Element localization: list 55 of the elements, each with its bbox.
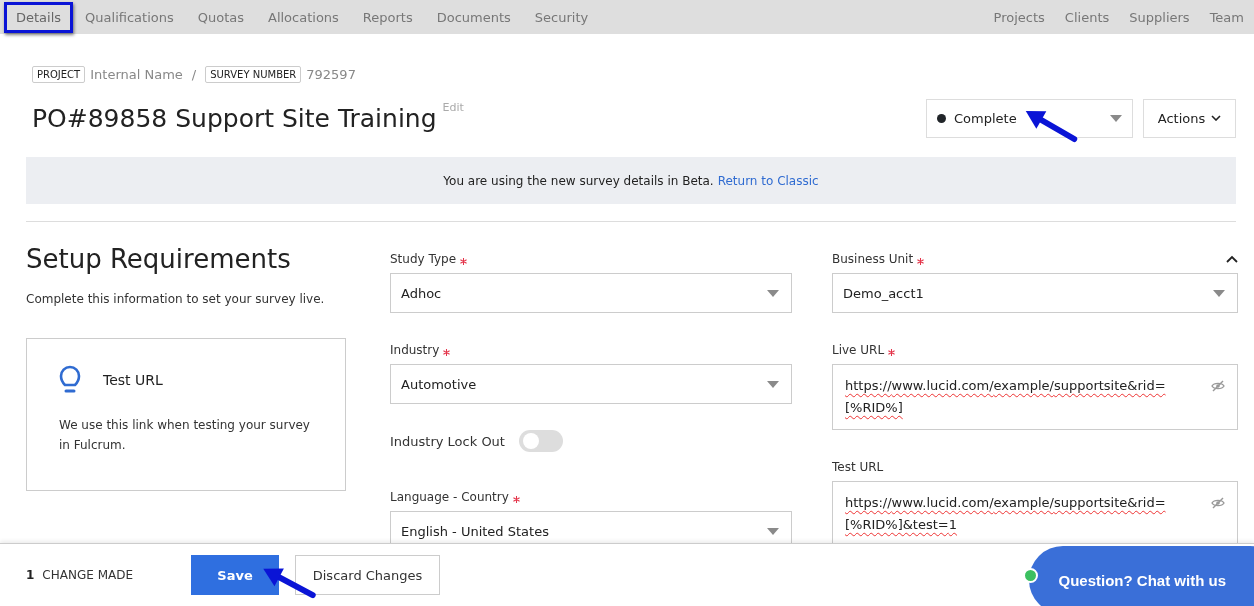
- edit-link[interactable]: Edit: [442, 101, 464, 114]
- save-button[interactable]: Save: [191, 555, 280, 595]
- hidden-eye-icon[interactable]: [1211, 497, 1225, 509]
- tip-title: Test URL: [103, 372, 163, 388]
- tip-text: We use this link when testing your survey in Fulcrum.: [59, 417, 311, 454]
- field-label: Live URL: [832, 343, 885, 357]
- breadcrumb-value: Internal Name: [90, 67, 183, 82]
- nav-link[interactable]: Suppliers: [1119, 4, 1200, 30]
- actions-button[interactable]: Actions: [1143, 98, 1236, 138]
- select-field[interactable]: Adhoc: [390, 273, 792, 313]
- chevron-down-icon: [1211, 115, 1222, 121]
- change-count: 1: [26, 568, 35, 582]
- pointer-arrow: [1025, 111, 1078, 142]
- section-heading: Setup Requirements: [26, 244, 292, 274]
- dropdown-caret-icon: [1110, 114, 1122, 122]
- breadcrumb-separator: /: [191, 67, 197, 82]
- pointer-arrow: [263, 568, 316, 599]
- dropdown-caret-icon: [767, 289, 779, 297]
- nav-tab[interactable]: Security: [522, 1, 601, 33]
- nav-link[interactable]: Projects: [983, 4, 1055, 30]
- banner-text: You are using the new survey details in Beta.: [443, 173, 714, 188]
- nav-tab[interactable]: Quotas: [185, 1, 256, 33]
- field-label: Business Unit: [832, 252, 914, 266]
- section-subtitle: Complete this information to set your survey live.: [26, 292, 326, 306]
- breadcrumb-value: 792597: [306, 67, 356, 82]
- nav-link[interactable]: Team: [1199, 4, 1254, 30]
- breadcrumb-tag: SURVEY NUMBER: [205, 66, 302, 83]
- return-to-classic-link[interactable]: Return to Classic: [717, 173, 819, 188]
- toggle-label: Industry Lock Out: [390, 433, 505, 449]
- select-field[interactable]: Automotive: [390, 364, 792, 404]
- dropdown-caret-icon: [767, 527, 779, 535]
- url-field[interactable]: https://www.lucid.com/example/supportsite&rid=[%RID%]: [832, 364, 1238, 430]
- dropdown-caret-icon: [1213, 289, 1225, 297]
- field-label: Industry: [390, 343, 440, 357]
- nav-tab[interactable]: Documents: [424, 1, 523, 33]
- status-dropdown[interactable]: Complete: [926, 98, 1133, 138]
- nav-tab[interactable]: Details: [4, 1, 74, 33]
- change-label: CHANGE MADE: [42, 568, 134, 582]
- nav-tab[interactable]: Reports: [350, 1, 425, 33]
- page-title: PO#89858 Support Site Training: [32, 103, 437, 133]
- lightbulb-icon: [59, 365, 81, 395]
- field-label: Language - Country: [390, 490, 509, 504]
- field-label: Test URL: [832, 460, 884, 474]
- hidden-eye-icon[interactable]: [1211, 380, 1225, 392]
- nav-tab[interactable]: Qualifications: [73, 1, 186, 33]
- discard-button[interactable]: Discard Changes: [295, 555, 441, 595]
- select-field[interactable]: English - United States: [390, 511, 792, 543]
- nav-link[interactable]: Clients: [1054, 4, 1120, 30]
- breadcrumb-tag: PROJECT: [32, 66, 86, 83]
- dropdown-caret-icon: [767, 380, 779, 388]
- nav-tab[interactable]: Allocations: [256, 1, 351, 33]
- chevron-up-icon[interactable]: [1226, 255, 1238, 263]
- field-label: Study Type: [390, 252, 457, 266]
- toggle-switch[interactable]: [518, 430, 563, 452]
- select-field[interactable]: Demo_acct1: [832, 273, 1238, 313]
